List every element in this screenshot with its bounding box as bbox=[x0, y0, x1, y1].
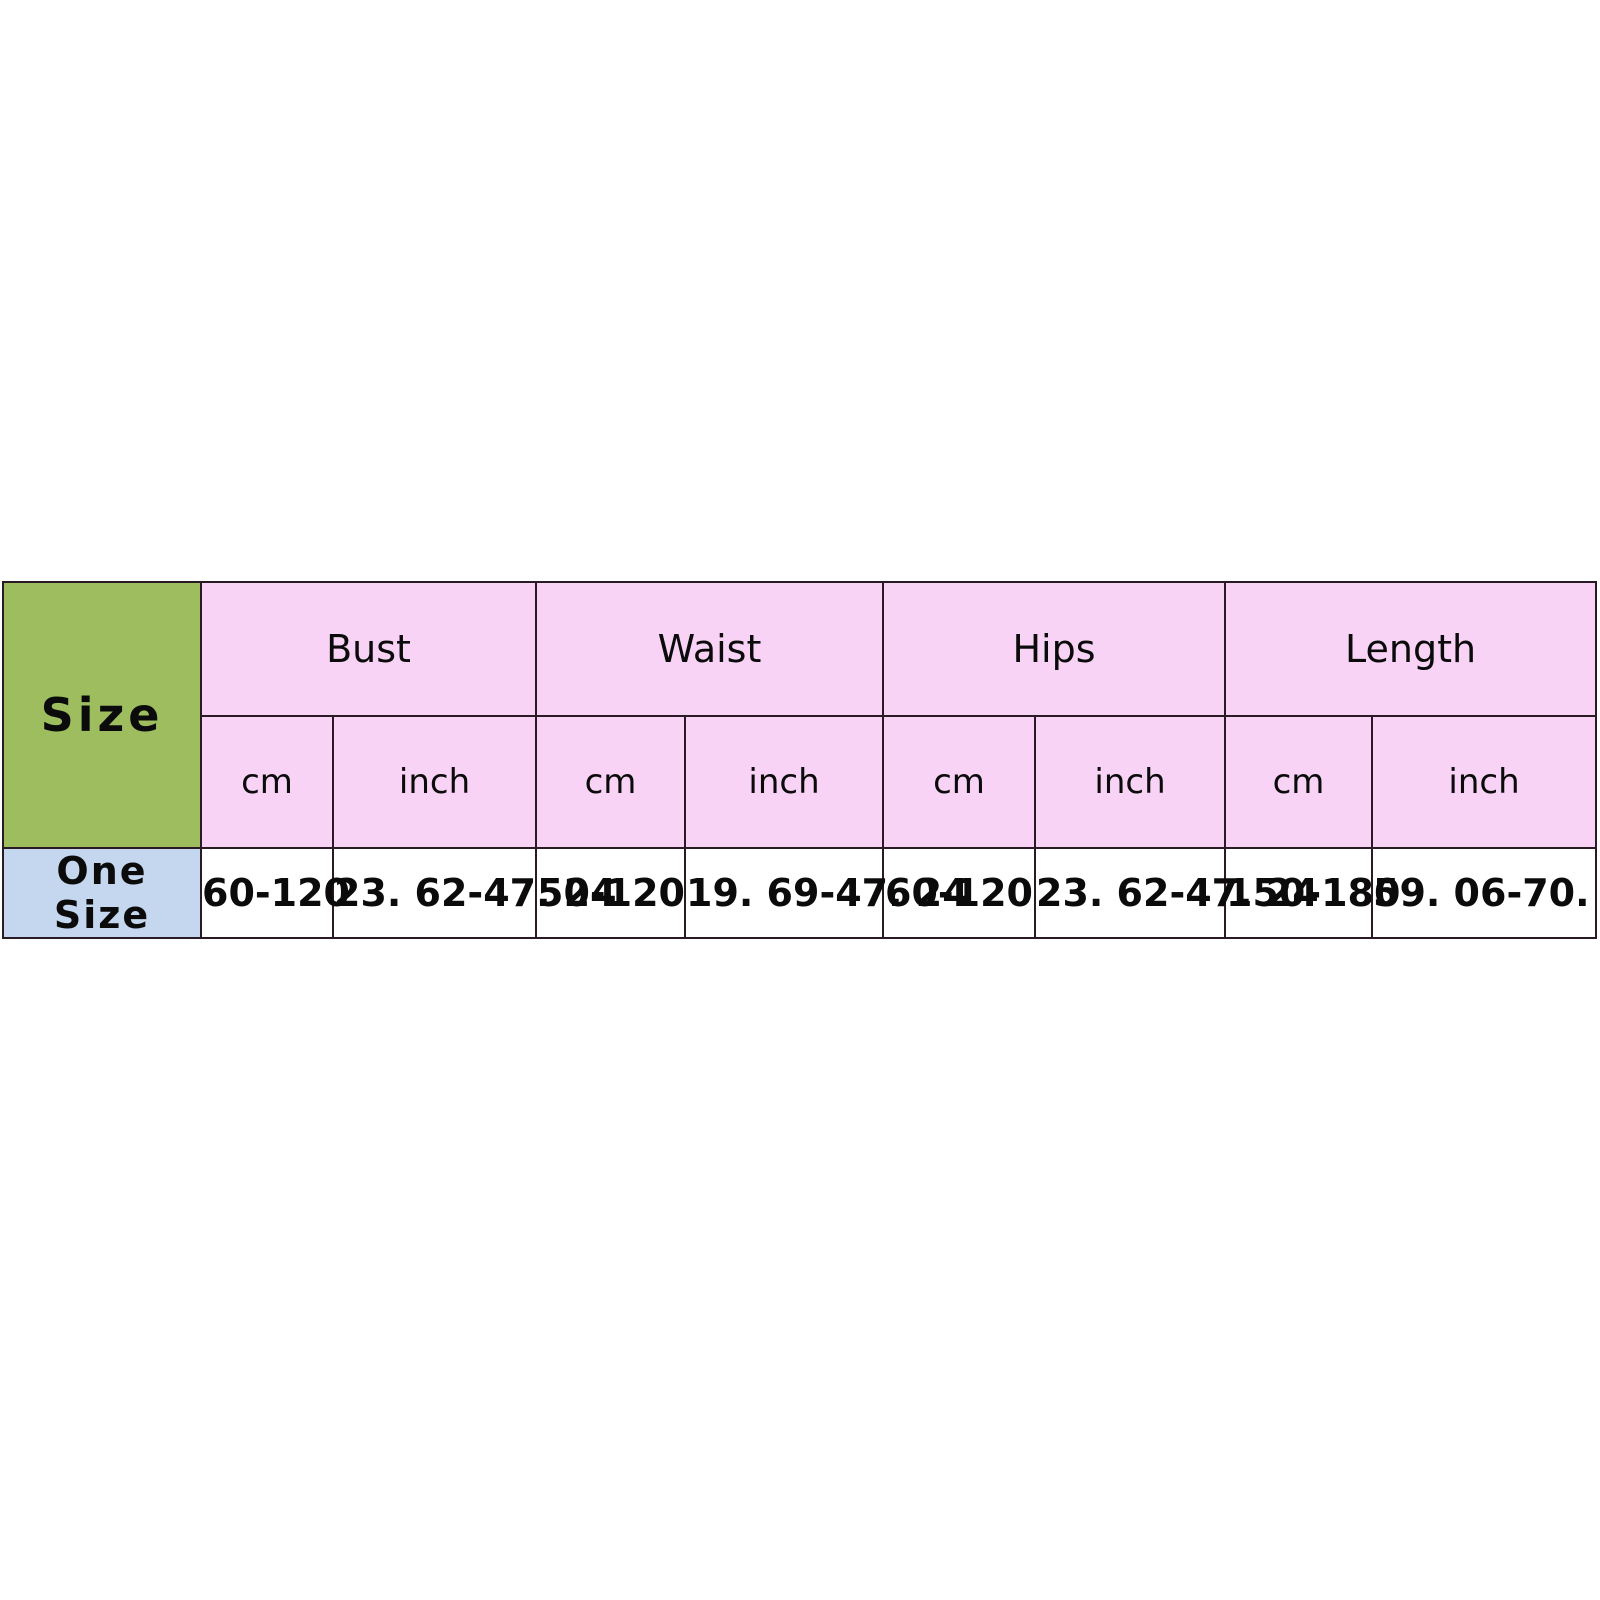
cell-waist-cm: 50-120 bbox=[535, 847, 687, 939]
unit-header-hips-cm: cm bbox=[882, 715, 1037, 849]
table-row: One Size 60-120 23. 62-47. 24 50-120 19.… bbox=[2, 847, 1600, 939]
group-header-bust: Bust bbox=[199, 581, 538, 717]
size-column-header: Size bbox=[2, 581, 202, 849]
unit-header-waist-inch: inch bbox=[684, 715, 885, 849]
unit-header-bust-cm: cm bbox=[200, 715, 334, 849]
cell-bust-inch: 23. 62-47. 24 bbox=[331, 847, 617, 939]
unit-header-hips-inch: inch bbox=[1034, 715, 1227, 849]
cell-waist-inch: 19. 69-47. 24 bbox=[684, 847, 969, 939]
unit-header-bust-inch: inch bbox=[331, 715, 538, 849]
cell-hips-cm: 60-120 bbox=[882, 847, 1037, 939]
unit-header-row: cm inch cm inch cm inch cm inch bbox=[3, 715, 1598, 849]
unit-header-length-inch: inch bbox=[1371, 715, 1598, 849]
group-header-length: Length bbox=[1224, 581, 1598, 717]
unit-header-waist-cm: cm bbox=[535, 715, 687, 849]
cell-size: One Size bbox=[2, 847, 202, 939]
size-chart-table: Size Bust Waist Hips Length cm inch cm i… bbox=[2, 581, 1600, 939]
unit-header-length-cm: cm bbox=[1224, 715, 1374, 849]
cell-hips-inch: 23. 62-47. 24 bbox=[1034, 847, 1319, 939]
size-chart-container: Size Bust Waist Hips Length cm inch cm i… bbox=[2, 581, 1600, 939]
cell-length-inch: 59. 06-70. 87 bbox=[1371, 847, 1600, 939]
group-header-waist: Waist bbox=[535, 581, 885, 717]
cell-bust-cm: 60-120 bbox=[200, 847, 350, 939]
group-header-hips: Hips bbox=[882, 581, 1227, 717]
group-header-row: Size Bust Waist Hips Length bbox=[2, 581, 1598, 849]
cell-length-cm: 150-180 bbox=[1224, 847, 1400, 939]
